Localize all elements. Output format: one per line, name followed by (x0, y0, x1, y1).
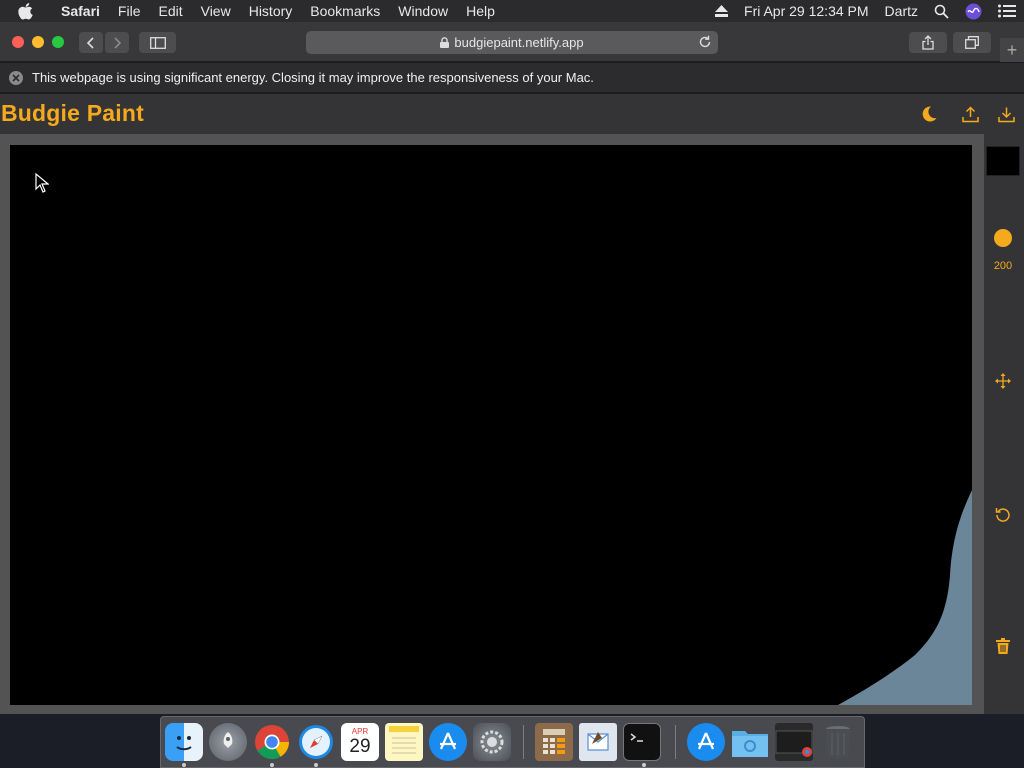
menubar-user[interactable]: Dartz (877, 0, 926, 22)
terminal-running-dot (642, 763, 646, 767)
move-icon[interactable] (993, 371, 1013, 391)
siri-icon[interactable] (957, 0, 990, 22)
tab-overview-button[interactable] (953, 32, 991, 53)
menu-bookmarks[interactable]: Bookmarks (301, 0, 389, 22)
zoom-window-button[interactable] (52, 36, 64, 48)
reload-icon[interactable] (698, 35, 712, 49)
calendar-icon[interactable]: APR 29 (341, 723, 379, 761)
chevron-right-icon (114, 36, 122, 49)
tabs-icon (965, 36, 979, 49)
folder-icon[interactable] (731, 723, 769, 761)
menu-history[interactable]: History (240, 0, 302, 22)
apple-icon[interactable] (18, 2, 40, 20)
back-button[interactable] (79, 32, 103, 53)
brush-size-value: 200 (993, 260, 1013, 272)
address-bar[interactable]: budgiepaint.netlify.app (306, 31, 718, 54)
close-warning-icon[interactable] (9, 70, 23, 85)
share-icon (922, 35, 934, 50)
safari-icon[interactable] (297, 723, 335, 761)
undo-icon[interactable] (993, 504, 1013, 524)
brush-size-dot[interactable] (994, 229, 1012, 247)
app-header: Budgie Paint (0, 94, 1024, 134)
canvas-area (0, 134, 984, 714)
app-store-download-icon[interactable] (687, 723, 725, 761)
finder-icon[interactable] (165, 723, 203, 761)
safari-running-dot (314, 763, 318, 767)
chrome-window-icon[interactable] (775, 723, 813, 761)
app-title: Budgie Paint (1, 100, 144, 126)
menubar: Safari File Edit View History Bookmarks … (0, 0, 1024, 22)
mouse-pointer-icon (35, 173, 49, 193)
paint-stroke (838, 490, 972, 705)
notes-icon[interactable] (385, 723, 423, 761)
calculator-icon[interactable] (535, 723, 573, 761)
upload-icon[interactable] (960, 104, 980, 124)
finder-running-dot (182, 763, 186, 767)
chrome-icon[interactable] (253, 723, 291, 761)
lock-icon (440, 37, 450, 48)
forward-button[interactable] (105, 32, 129, 53)
calendar-day: 29 (349, 735, 371, 757)
eject-icon[interactable] (707, 0, 736, 22)
chevron-left-icon (86, 36, 94, 49)
menubar-clock[interactable]: Fri Apr 29 12:34 PM (736, 0, 877, 22)
menu-view[interactable]: View (192, 0, 240, 22)
drawing-canvas[interactable] (10, 145, 972, 705)
browser-toolbar: budgiepaint.netlify.app + (0, 22, 1024, 62)
share-button[interactable] (909, 32, 947, 53)
system-preferences-icon[interactable] (473, 723, 511, 761)
terminal-icon[interactable] (623, 723, 661, 761)
energy-warning-text: This webpage is using significant energy… (32, 70, 594, 85)
trash-bin-icon[interactable] (819, 723, 857, 761)
dock-separator (523, 725, 524, 759)
menu-help[interactable]: Help (457, 0, 504, 22)
menu-file[interactable]: File (109, 0, 150, 22)
notification-center-icon[interactable] (990, 0, 1024, 22)
calendar-month: APR (351, 726, 369, 736)
launchpad-icon[interactable] (209, 723, 247, 761)
menu-edit[interactable]: Edit (149, 0, 191, 22)
moon-icon[interactable] (919, 104, 939, 124)
tool-sidebar: 200 (984, 134, 1024, 714)
chrome-running-dot (270, 763, 274, 767)
download-icon[interactable] (996, 104, 1016, 124)
color-swatch[interactable] (986, 146, 1020, 176)
dock: APR 29 (160, 716, 865, 768)
minimize-window-button[interactable] (32, 36, 44, 48)
sidebar-toggle-button[interactable] (139, 32, 176, 53)
new-tab-button[interactable]: + (1000, 38, 1024, 62)
menu-window[interactable]: Window (389, 0, 457, 22)
mail-icon[interactable] (579, 723, 617, 761)
dock-separator (675, 725, 676, 759)
close-window-button[interactable] (12, 36, 24, 48)
app-store-icon[interactable] (429, 723, 467, 761)
trash-icon[interactable] (993, 636, 1013, 656)
url-text: budgiepaint.netlify.app (454, 35, 584, 50)
menu-app-name[interactable]: Safari (52, 0, 109, 22)
spotlight-icon[interactable] (926, 0, 957, 22)
energy-warning-bar: This webpage is using significant energy… (0, 63, 1024, 93)
sidebar-icon (149, 36, 166, 49)
